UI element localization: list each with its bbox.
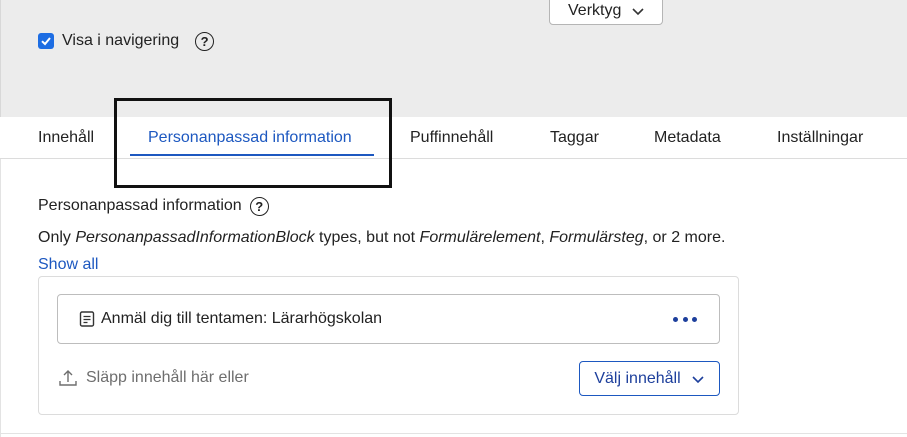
show-all-link[interactable]: Show all [38,256,98,273]
left-border [0,117,1,437]
top-toolbar-area [0,0,907,117]
allowed-types-description: Only PersonanpassadInformationBlock type… [38,224,728,278]
description-text: Only [38,229,76,246]
tab-metadata[interactable]: Metadata [654,129,721,147]
chevron-down-icon [692,375,704,383]
tab-bar: Innehåll Personanpassad information Puff… [0,117,907,159]
content-area-item[interactable]: Anmäl dig till tentamen: Lärarhögskolan [57,294,720,344]
tools-dropdown-button[interactable]: Verktyg [549,0,663,25]
section-title: Personanpassad information ? [38,195,269,217]
allowed-type-name: PersonanpassadInformationBlock [75,229,315,246]
section-title-text: Personanpassad information [38,197,242,214]
tab-puffinnehall[interactable]: Puffinnehåll [410,129,493,147]
drop-zone-text: Släpp innehåll här eller [86,369,249,386]
excluded-type-name: Formulärelement [419,229,541,246]
help-icon[interactable]: ? [195,31,215,51]
description-text: , or 2 more. [643,229,726,246]
active-tab-indicator [130,154,374,156]
help-icon[interactable]: ? [249,196,269,216]
tab-installningar[interactable]: Inställningar [777,129,863,147]
upload-icon [59,370,77,386]
tools-button-label: Verktyg [568,1,622,19]
block-document-icon [79,311,95,327]
tab-taggar[interactable]: Taggar [550,129,599,147]
choose-content-label: Välj innehåll [594,369,681,387]
description-text: types, but not [314,229,420,246]
content-area-item-label: Anmäl dig till tentamen: Lärarhögskolan [101,310,383,327]
more-options-icon[interactable] [673,309,697,329]
show-in-navigation-label: Visa i navigering [62,32,180,49]
chevron-down-icon [632,7,644,15]
excluded-type-name: Formulärsteg [549,229,644,246]
show-in-navigation-checkbox[interactable] [38,33,54,49]
choose-content-button[interactable]: Välj innehåll [579,361,720,396]
bottom-divider [0,433,907,434]
checkmark-icon [41,37,51,46]
tab-personanpassad-information[interactable]: Personanpassad information [148,129,352,147]
drop-zone[interactable]: Släpp innehåll här eller [58,366,249,390]
show-in-navigation-row: Visa i navigering ? [38,30,215,52]
tab-innehall[interactable]: Innehåll [38,129,94,147]
